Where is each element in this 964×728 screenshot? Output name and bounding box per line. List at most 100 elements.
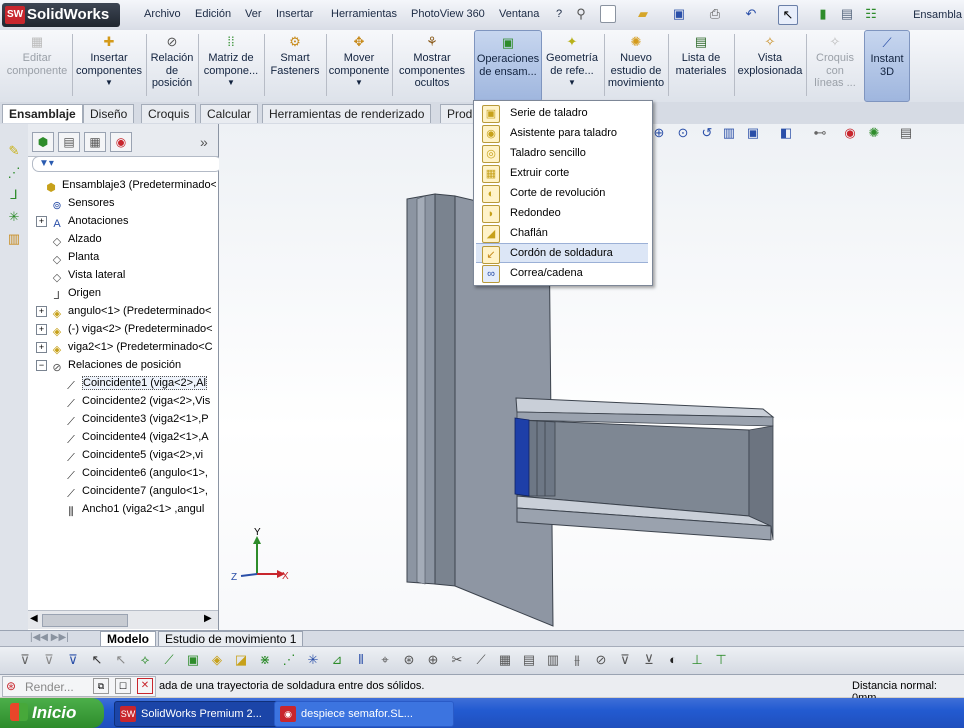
menu-photoview[interactable]: PhotoView 360: [411, 8, 485, 20]
filter-faces-icon[interactable]: ⊽: [64, 651, 82, 669]
options-icon[interactable]: ☷: [862, 5, 880, 23]
menu-item-chamfer[interactable]: ◢ Chaflán: [476, 223, 648, 243]
solidworks-logo[interactable]: SW SolidWorks: [2, 3, 120, 27]
mate-ref-icon[interactable]: ⊘: [592, 651, 610, 669]
new-document-icon[interactable]: [600, 5, 616, 23]
table-icon[interactable]: ▦: [496, 651, 514, 669]
task-despiece[interactable]: ◉ despiece semafor.SL...: [274, 701, 454, 727]
point-ref-icon[interactable]: ⟡: [136, 651, 154, 669]
tree-item[interactable]: + A Anotaciones: [30, 212, 216, 230]
weld-bead[interactable]: [514, 417, 530, 497]
undo-icon[interactable]: ↶: [742, 5, 760, 23]
tree-item[interactable]: ⟋ Coincidente5 (viga<2>,vi: [30, 446, 216, 464]
select-icon[interactable]: ↖: [88, 651, 106, 669]
menu-item-hole-wizard[interactable]: ◉ Asistente para taladro: [476, 123, 648, 143]
new-motion-study-button[interactable]: ✺ Nuevo estudio de movimiento: [606, 30, 666, 100]
scroll-left-icon[interactable]: ◀: [30, 613, 38, 624]
datum-target-icon[interactable]: ⊥: [688, 651, 706, 669]
menu-item-hole-series[interactable]: ▣ Serie de taladro: [476, 103, 648, 123]
expand-toggle-icon[interactable]: +: [36, 324, 47, 335]
surface-icon[interactable]: ⊛: [400, 651, 418, 669]
plane-ref-icon[interactable]: ✳: [304, 651, 322, 669]
hole-icon[interactable]: ⊕: [424, 651, 442, 669]
insert-components-button[interactable]: ✚ Insertar componentes ▼: [74, 30, 144, 100]
tree-item[interactable]: ⟋ Coincidente3 (viga2<1>,P: [30, 410, 216, 428]
print-icon[interactable]: ⎙: [706, 5, 724, 23]
configuration-tab-icon[interactable]: ▦: [84, 132, 106, 152]
expand-toggle-icon[interactable]: +: [36, 306, 47, 317]
chevron-down-icon[interactable]: ▼: [74, 77, 144, 90]
restore-icon[interactable]: ⧉: [93, 678, 109, 694]
exploded-view-button[interactable]: ✧ Vista explosionada: [736, 30, 804, 100]
filter-edges-icon[interactable]: ⊽: [40, 651, 58, 669]
menu-item-fillet[interactable]: ◗ Redondeo: [476, 203, 648, 223]
chevron-down-icon[interactable]: ▼: [328, 77, 390, 90]
mate-tool-icon[interactable]: ▥: [5, 230, 23, 248]
tree-item[interactable]: ⟋ Coincidente2 (viga<2>,Vis: [30, 392, 216, 410]
tab-croquis[interactable]: Croquis: [141, 104, 197, 123]
tab-diseno[interactable]: Diseño: [83, 104, 135, 123]
menu-item-weld-bead[interactable]: ↙ Cordón de soldadura: [476, 243, 648, 264]
tab-ensamblaje[interactable]: Ensamblaje: [2, 104, 83, 123]
weld-icon[interactable]: ⫵: [568, 651, 586, 669]
feature-tree-tab-icon[interactable]: ⬢: [32, 132, 54, 152]
tree-item[interactable]: ⟋ Coincidente6 (angulo<1>,: [30, 464, 216, 482]
menu-item-simple-hole[interactable]: ◎ Taladro sencillo: [476, 143, 648, 163]
tree-item[interactable]: ⊚ Sensores: [30, 194, 216, 212]
tree-item[interactable]: ◇ Planta: [30, 248, 216, 266]
maximize-icon[interactable]: ☐: [115, 678, 131, 694]
move-component-button[interactable]: ✥ Mover componente ▼: [328, 30, 390, 100]
tree-item[interactable]: ⟋ Coincidente7 (angulo<1>,: [30, 482, 216, 500]
tree-item[interactable]: − ⊘ Relaciones de posición: [30, 356, 216, 374]
smart-fasteners-button[interactable]: ⚙ Smart Fasteners: [266, 30, 324, 100]
tree-item[interactable]: ⬢ Ensamblaje3 (Predeterminado<Es: [30, 176, 216, 194]
menu-ventana[interactable]: Ventana: [499, 8, 539, 20]
tree-item[interactable]: + ◈ (-) viga<2> (Predeterminado<: [30, 320, 216, 338]
show-hidden-components-button[interactable]: ⚘ Mostrar componentes ocultos: [396, 30, 468, 100]
horizontal-scrollbar[interactable]: ◀ ▶: [28, 610, 218, 629]
menu-ver[interactable]: Ver: [245, 8, 262, 20]
file-properties-icon[interactable]: ▤: [838, 5, 856, 23]
mesh-icon[interactable]: ▥: [544, 651, 562, 669]
tree-item[interactable]: ◇ Alzado: [30, 230, 216, 248]
menu-item-extruded-cut[interactable]: ▦ Extruir corte: [476, 163, 648, 183]
weld-symbol-icon[interactable]: ⌖: [376, 651, 394, 669]
menu-insertar[interactable]: Insertar: [276, 8, 313, 20]
chevron-down-icon[interactable]: ▼: [200, 77, 262, 90]
menu-herramientas[interactable]: Herramientas: [331, 8, 397, 20]
edit-component-button[interactable]: ▦ Editar componente: [4, 30, 70, 100]
tree-item[interactable]: ⫼ Ancho1 (viga2<1> ,angul: [30, 500, 216, 518]
point-icon[interactable]: ✳: [5, 208, 23, 226]
instant-3d-button[interactable]: ⟋ Instant 3D: [864, 30, 910, 102]
dimension-icon[interactable]: ⊿: [328, 651, 346, 669]
pin-icon[interactable]: ⚲: [572, 5, 590, 23]
start-button[interactable]: Inicio: [0, 698, 104, 728]
vertex-icon[interactable]: ⋇: [256, 651, 274, 669]
menu-archivo[interactable]: Archivo: [144, 8, 181, 20]
explode-line-sketch-button[interactable]: ✧ Croquis con líneas ...: [808, 30, 862, 100]
sketch-line-icon[interactable]: ⋰: [5, 164, 23, 182]
surface-finish-icon[interactable]: ⊤: [712, 651, 730, 669]
grid-icon[interactable]: ▤: [520, 651, 538, 669]
tree-item[interactable]: + ◈ viga2<1> (Predeterminado<C: [30, 338, 216, 356]
menu-help[interactable]: ?: [556, 8, 562, 20]
ball-icon[interactable]: ◐: [664, 651, 682, 669]
chevron-down-icon[interactable]: ▼: [542, 77, 602, 90]
tree-item[interactable]: ⅃ Origen: [30, 284, 216, 302]
angle-connector[interactable]: [514, 417, 556, 497]
curve-icon[interactable]: ⟋: [472, 651, 490, 669]
cut-icon[interactable]: ✂: [448, 651, 466, 669]
scroll-thumb[interactable]: [42, 614, 128, 627]
scroll-right-icon[interactable]: ▶: [204, 613, 212, 624]
ruler-icon[interactable]: ⫴: [352, 651, 370, 669]
select-arrow-icon[interactable]: ↖: [778, 5, 798, 25]
task-solidworks[interactable]: SW SolidWorks Premium 2...: [114, 701, 292, 727]
tree-item[interactable]: ⟋ Coincidente4 (viga2<1>,A: [30, 428, 216, 446]
component-icon[interactable]: ▣: [184, 651, 202, 669]
smart-dimension-icon[interactable]: ✎: [5, 142, 23, 160]
appearance-tab-icon[interactable]: ◉: [110, 132, 132, 152]
expand-toggle-icon[interactable]: +: [36, 342, 47, 353]
select-other-icon[interactable]: ↖: [112, 651, 130, 669]
tab-render-tools[interactable]: Herramientas de renderizado: [262, 104, 432, 123]
menu-item-belt-chain[interactable]: ∞ Correa/cadena: [476, 263, 648, 283]
